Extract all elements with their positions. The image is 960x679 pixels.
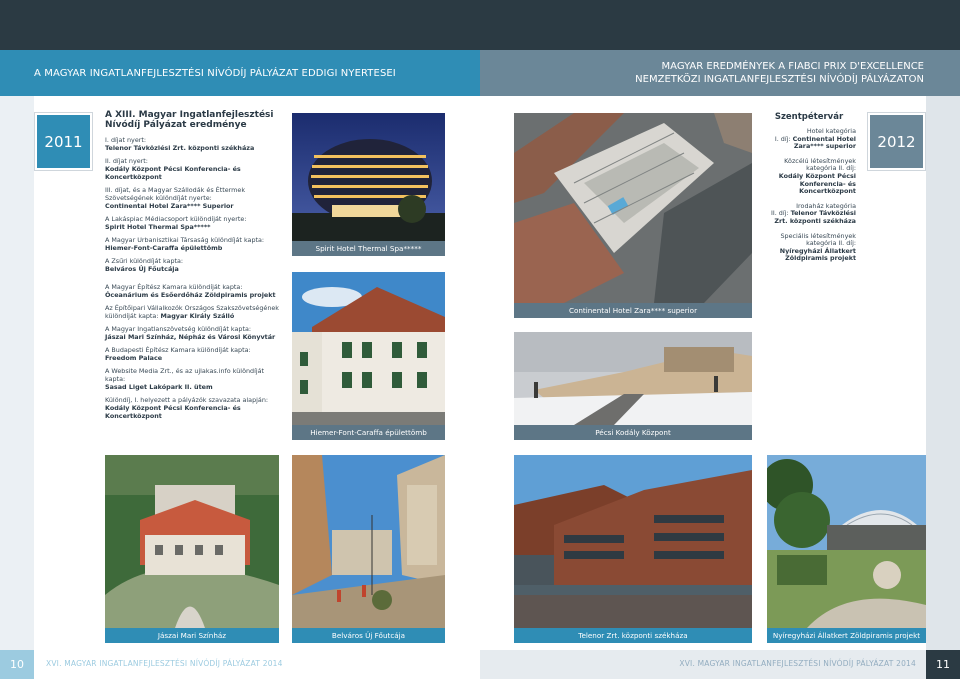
award-label: A Magyar Urbanisztikai Társaság különdíj… [105, 236, 265, 244]
right-heading-line-2: NEMZETKÖZI INGATLANFEJLESZTÉSI NÍVÓDÍJ P… [635, 74, 924, 85]
right-footer-text: XVI. MAGYAR INGATLANFEJLESZTÉSI NÍVÓDÍJ … [679, 659, 916, 668]
award-entry: III. díjat, és a Magyar Szállodák és Étt… [105, 186, 283, 210]
prize-label: I. díj: [774, 134, 793, 143]
fiabci-results-column: Szentpétervár Hotel kategória I. díj: Co… [762, 112, 856, 270]
caption-hiemer-building: Hiemer-Font-Caraffa épülettömb [292, 425, 445, 440]
category-name: Közcélú létesítmények kategória II. díj: [784, 156, 856, 173]
award-winner: Jászai Mari Színház, Népház és Városi Kö… [105, 333, 276, 341]
award-entry: II. díjat nyert: Kodály Központ Pécsi Ko… [105, 157, 283, 181]
fiabci-city-title: Szentpétervár [774, 112, 844, 122]
category-winner: Kodály Központ Pécsi Konferencia- és Kon… [778, 171, 856, 196]
award-entry: I. díjat nyert: Telenor Távközlési Zrt. … [105, 136, 283, 152]
caption-telenor-hq: Telenor Zrt. központi székháza [514, 628, 752, 643]
belvaros-street-photo [292, 455, 445, 628]
category-winner: Continental Hotel Zara**** superior [792, 134, 856, 151]
left-page-number: 10 [0, 650, 34, 679]
hiemer-building-photo [292, 272, 445, 425]
year-badge-2011: 2011 [34, 112, 93, 171]
results-title: A XIII. Magyar Ingatlanfejlesztési Nívód… [105, 110, 274, 130]
award-results-column: A XIII. Magyar Ingatlanfejlesztési Nívód… [105, 110, 283, 425]
spirit-hotel-photo [292, 113, 445, 241]
caption-jaszai-theatre: Jászai Mari Színház [105, 628, 279, 643]
fiabci-category: Hotel kategória I. díj: Continental Hote… [762, 127, 856, 151]
award-entry: A Magyar Urbanisztikai Társaság különdíj… [105, 236, 283, 252]
award-entry: A Magyar Ingatlanszövetség különdíját ka… [105, 325, 283, 341]
caption-nyiregyhaza-zoo: Nyíregyházi Állatkert Zöldpiramis projek… [767, 628, 926, 643]
left-margin-strip [0, 96, 34, 650]
right-margin-strip [926, 96, 960, 650]
award-label: A Magyar Építész Kamara különdíját kapta… [105, 283, 243, 291]
award-winner: Kodály Központ Pécsi Konferencia- és Kon… [105, 165, 241, 181]
award-label: II. díjat nyert: [105, 157, 148, 165]
top-dark-band [0, 0, 960, 50]
caption-kodaly-center: Pécsi Kodály Központ [514, 425, 752, 440]
kodaly-center-photo [514, 332, 752, 425]
award-entry: A Magyar Építész Kamara különdíját kapta… [105, 283, 283, 299]
award-winner: Sasad Liget Lakópark II. ütem [105, 383, 213, 391]
year-badge-2012: 2012 [867, 112, 926, 171]
award-label: A Budapesti Építész Kamara különdíját ka… [105, 346, 251, 354]
caption-spirit-hotel: Spirit Hotel Thermal Spa***** [292, 241, 445, 256]
award-entry: Az Építőipari Vállalkozók Országos Szaks… [105, 304, 283, 320]
left-footer-text: XVI. MAGYAR INGATLANFEJLESZTÉSI NÍVÓDÍJ … [46, 659, 283, 668]
fiabci-category: Közcélú létesítmények kategória II. díj:… [762, 156, 856, 196]
caption-continental-hotel: Continental Hotel Zara**** superior [514, 303, 752, 318]
award-winner: Spirit Hotel Thermal Spa***** [105, 223, 211, 231]
award-label: I. díjat nyert: [105, 136, 147, 144]
category-name: Speciális létesítmények kategória II. dí… [780, 231, 856, 248]
award-label: III. díjat, és a Magyar Szállodák és Étt… [105, 186, 246, 202]
award-entry: A Website Media Zrt., és az ujlakas.info… [105, 367, 283, 391]
left-page-heading: A MAGYAR INGATLANFEJLESZTÉSI NÍVÓDÍJ PÁL… [34, 68, 396, 79]
fiabci-category: Irodaház kategória II. díj: Telenor Távk… [762, 202, 856, 226]
award-winner: Magyar Király Szálló [160, 312, 235, 320]
caption-belvaros-street: Belváros Új Főutcája [292, 628, 445, 643]
award-label: Különdíj, I. helyezett a pályázók szavaz… [105, 396, 269, 404]
right-heading-line-1: MAGYAR EREDMÉNYEK A FIABCI PRIX D'EXCELL… [661, 61, 924, 72]
award-entry: A Zsűri különdíját kapta: Belváros Új Fő… [105, 257, 283, 273]
award-winner: Continental Hotel Zara**** Superior [105, 202, 234, 210]
nyiregyhaza-zoo-photo [767, 455, 926, 628]
category-winner: Nyíregyházi Állatkert Zöldpiramis projek… [779, 246, 856, 263]
award-entry: A Budapesti Építész Kamara különdíját ka… [105, 346, 283, 362]
award-entry: Különdíj, I. helyezett a pályázók szavaz… [105, 396, 283, 420]
award-inline-text: Az Építőipari Vállalkozók Országos Szaks… [105, 304, 283, 320]
award-winner: Freedom Palace [105, 354, 163, 362]
award-label: A Zsűri különdíját kapta: [105, 257, 184, 265]
award-winner: Hiemer-Font-Caraffa épülettömb [105, 244, 223, 252]
award-label: A Lakáspiac Médiacsoport különdíját nyer… [105, 215, 247, 223]
award-label: A Website Media Zrt., és az ujlakas.info… [105, 367, 265, 383]
continental-hotel-photo [514, 113, 752, 303]
right-page-heading: MAGYAR EREDMÉNYEK A FIABCI PRIX D'EXCELL… [635, 60, 924, 86]
fiabci-category: Speciális létesítmények kategória II. dí… [762, 231, 856, 263]
telenor-hq-photo [514, 455, 752, 628]
award-winner: Kodály Központ Pécsi Konferencia- és Kon… [105, 404, 241, 420]
award-winner: Belváros Új Főutcája [105, 265, 179, 273]
award-label: A Magyar Ingatlanszövetség különdíját ka… [105, 325, 252, 333]
right-page-number: 11 [926, 650, 960, 679]
jaszai-theatre-photo [105, 455, 279, 628]
award-winner: Telenor Távközlési Zrt. központi székház… [105, 144, 255, 152]
award-winner: Óceanárium és Esőerdőház Zöldpiramis pro… [105, 291, 276, 299]
award-entry: A Lakáspiac Médiacsoport különdíját nyer… [105, 215, 283, 231]
